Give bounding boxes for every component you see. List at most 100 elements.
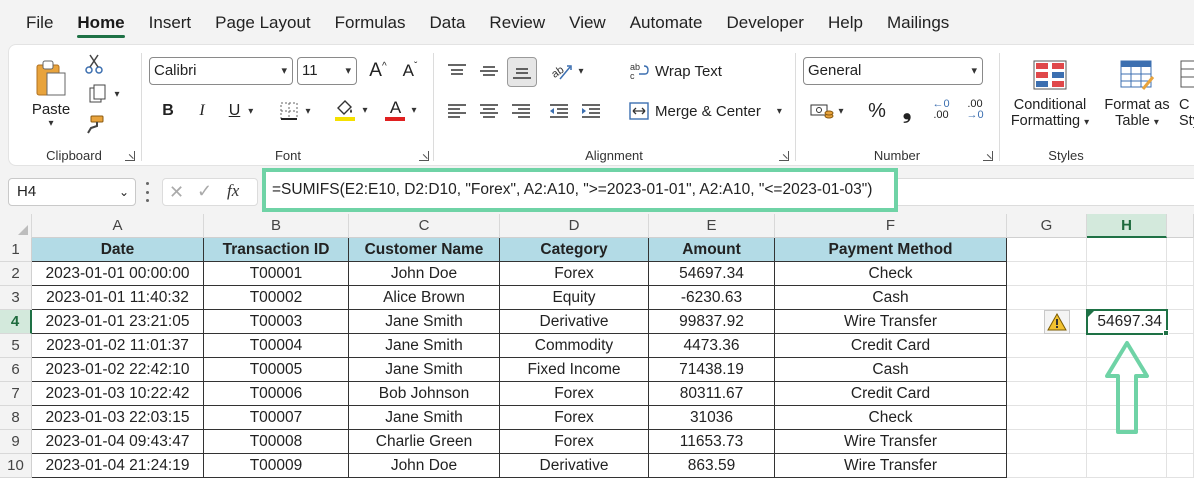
table-cell-f2[interactable]: Check <box>775 262 1007 286</box>
cancel-icon[interactable]: ✕ <box>169 182 184 203</box>
table-cell-b2[interactable]: T00001 <box>204 262 349 286</box>
empty-cell[interactable] <box>1007 262 1087 286</box>
table-cell-d6[interactable]: Fixed Income <box>500 358 649 382</box>
cut-button[interactable] <box>83 53 105 75</box>
table-cell-d4[interactable]: Derivative <box>500 310 649 334</box>
tab-help[interactable]: Help <box>816 0 875 44</box>
font-launcher-icon[interactable] <box>419 151 429 161</box>
table-cell-f6[interactable]: Cash <box>775 358 1007 382</box>
table-header-cell[interactable]: Customer Name <box>349 238 500 262</box>
table-cell-f5[interactable]: Credit Card <box>775 334 1007 358</box>
table-cell-f3[interactable]: Cash <box>775 286 1007 310</box>
empty-cell[interactable] <box>1167 286 1194 310</box>
increase-indent-button[interactable] <box>577 97 605 125</box>
tab-insert[interactable]: Insert <box>137 0 204 44</box>
conditional-formatting-button[interactable]: Conditional Formatting ▾ <box>1007 53 1093 135</box>
table-cell-d9[interactable]: Forex <box>500 430 649 454</box>
table-cell-a8[interactable]: 2023-01-03 22:03:15 <box>32 406 204 430</box>
empty-cell[interactable] <box>1167 238 1194 262</box>
select-all-corner[interactable] <box>0 214 32 238</box>
tab-automate[interactable]: Automate <box>618 0 715 44</box>
align-top-button[interactable] <box>443 57 471 85</box>
empty-cell[interactable] <box>1087 262 1167 286</box>
table-cell-c3[interactable]: Alice Brown <box>349 286 500 310</box>
empty-cell[interactable] <box>1167 454 1194 478</box>
table-cell-e3[interactable]: -6230.63 <box>649 286 775 310</box>
clipboard-launcher-icon[interactable] <box>125 151 135 161</box>
tab-formulas[interactable]: Formulas <box>323 0 418 44</box>
more-options-icon[interactable] <box>144 182 150 202</box>
row-header-1[interactable]: 1 <box>0 238 32 262</box>
table-cell-e4[interactable]: 99837.92 <box>649 310 775 334</box>
table-cell-a3[interactable]: 2023-01-01 11:40:32 <box>32 286 204 310</box>
table-cell-a9[interactable]: 2023-01-04 09:43:47 <box>32 430 204 454</box>
font-color-button[interactable]: A ▾ <box>379 95 423 125</box>
table-cell-c6[interactable]: Jane Smith <box>349 358 500 382</box>
empty-cell[interactable] <box>1007 334 1087 358</box>
empty-cell[interactable] <box>1007 358 1087 382</box>
table-cell-f10[interactable]: Wire Transfer <box>775 454 1007 478</box>
row-header-8[interactable]: 8 <box>0 406 32 430</box>
font-family-dropdown[interactable]: Calibri ▾ <box>149 57 293 85</box>
italic-button[interactable]: I <box>189 97 215 125</box>
format-painter-button[interactable] <box>83 113 107 135</box>
empty-cell[interactable] <box>1167 382 1194 406</box>
table-cell-b3[interactable]: T00002 <box>204 286 349 310</box>
table-header-cell[interactable]: Amount <box>649 238 775 262</box>
column-header-c[interactable]: C <box>349 214 500 238</box>
grow-font-button[interactable]: A ^ <box>365 57 391 85</box>
table-cell-d10[interactable]: Derivative <box>500 454 649 478</box>
active-cell-h4[interactable]: 54697.34 <box>1086 309 1168 335</box>
table-cell-e10[interactable]: 863.59 <box>649 454 775 478</box>
cell-styles-button[interactable]: C Styl <box>1179 53 1194 135</box>
table-header-cell[interactable]: Payment Method <box>775 238 1007 262</box>
paste-button[interactable]: Paste ▾ <box>29 53 73 135</box>
empty-cell[interactable] <box>1167 310 1194 334</box>
table-cell-f8[interactable]: Check <box>775 406 1007 430</box>
empty-cell[interactable] <box>1007 454 1087 478</box>
table-cell-e9[interactable]: 11653.73 <box>649 430 775 454</box>
table-cell-a6[interactable]: 2023-01-02 22:42:10 <box>32 358 204 382</box>
table-cell-c2[interactable]: John Doe <box>349 262 500 286</box>
tab-page-layout[interactable]: Page Layout <box>203 0 322 44</box>
table-cell-c9[interactable]: Charlie Green <box>349 430 500 454</box>
empty-cell[interactable] <box>1087 286 1167 310</box>
table-cell-e7[interactable]: 80311.67 <box>649 382 775 406</box>
table-cell-b4[interactable]: T00003 <box>204 310 349 334</box>
comma-style-button[interactable]: ❟ <box>895 97 919 125</box>
row-header-10[interactable]: 10 <box>0 454 32 478</box>
formula-input-extension[interactable] <box>898 178 1194 206</box>
table-cell-c4[interactable]: Jane Smith <box>349 310 500 334</box>
column-header-g[interactable]: G <box>1007 214 1087 238</box>
table-cell-c5[interactable]: Jane Smith <box>349 334 500 358</box>
row-header-9[interactable]: 9 <box>0 430 32 454</box>
wrap-text-button[interactable]: ab c Wrap Text <box>629 57 729 85</box>
row-header-2[interactable]: 2 <box>0 262 32 286</box>
fill-handle[interactable] <box>1163 330 1169 336</box>
empty-cell[interactable] <box>1167 262 1194 286</box>
table-cell-e8[interactable]: 31036 <box>649 406 775 430</box>
column-header-next[interactable] <box>1167 214 1194 238</box>
table-cell-f9[interactable]: Wire Transfer <box>775 430 1007 454</box>
table-cell-c7[interactable]: Bob Johnson <box>349 382 500 406</box>
decrease-indent-button[interactable] <box>545 97 573 125</box>
column-header-d[interactable]: D <box>500 214 649 238</box>
table-cell-a7[interactable]: 2023-01-03 10:22:42 <box>32 382 204 406</box>
row-header-7[interactable]: 7 <box>0 382 32 406</box>
tab-home[interactable]: Home <box>65 0 136 44</box>
format-as-table-button[interactable]: Format as Table ▾ <box>1099 53 1175 135</box>
table-header-cell[interactable]: Date <box>32 238 204 262</box>
name-box[interactable]: H4 ⌄ <box>8 178 136 206</box>
table-cell-e6[interactable]: 71438.19 <box>649 358 775 382</box>
column-header-e[interactable]: E <box>649 214 775 238</box>
tab-data[interactable]: Data <box>418 0 478 44</box>
column-header-b[interactable]: B <box>204 214 349 238</box>
bold-button[interactable]: B <box>155 97 181 125</box>
table-cell-b10[interactable]: T00009 <box>204 454 349 478</box>
column-header-f[interactable]: F <box>775 214 1007 238</box>
fill-color-button[interactable]: ▾ <box>329 95 373 125</box>
empty-cell[interactable] <box>1087 454 1167 478</box>
empty-cell[interactable] <box>1007 238 1087 262</box>
borders-button[interactable]: ▾ <box>273 97 317 125</box>
empty-cell[interactable] <box>1007 286 1087 310</box>
